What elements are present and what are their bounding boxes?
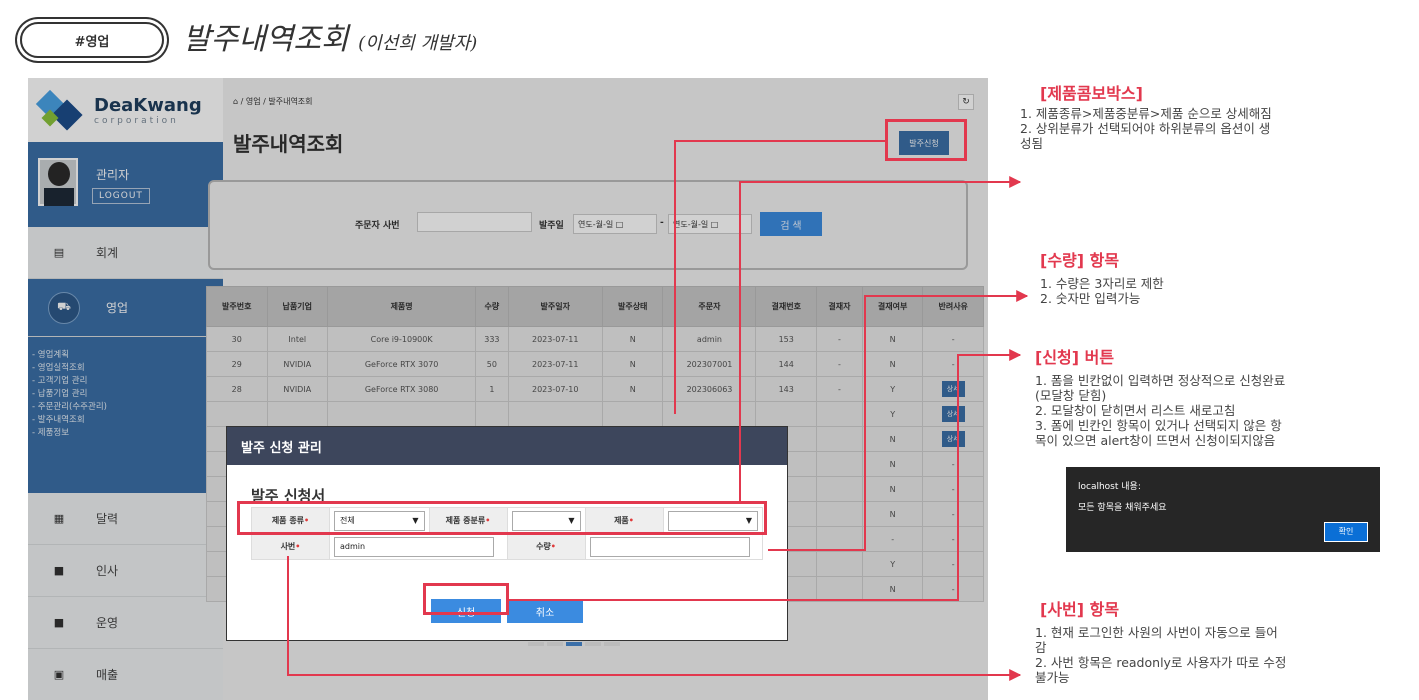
annotation-combo-text: 1. 제품종류>제품중분류>제품 순으로 상세해짐 2. 상위분류가 선택되어야 … bbox=[1020, 106, 1272, 151]
order-request-modal: 발주 신청 관리 발주 신청서 제품 종류• 전체 ▼ 제품 중분류• ▼ 제품•… bbox=[226, 426, 788, 641]
form-title: 발주 신청서 bbox=[251, 487, 326, 505]
submit-button[interactable]: 신청 bbox=[431, 599, 501, 623]
chevron-down-icon: ▼ bbox=[745, 516, 752, 525]
product-mid-select[interactable]: ▼ bbox=[511, 510, 581, 531]
annotation-empno-title: [사번] 항목 bbox=[1040, 600, 1120, 619]
alert-message: 모든 항목을 채워주세요 bbox=[1078, 503, 1167, 513]
alert-example: localhost 내용: 모든 항목을 채워주세요 확인 bbox=[1066, 467, 1380, 552]
annotation-qty-title: [수량] 항목 bbox=[1040, 251, 1120, 270]
empno-field[interactable]: admin bbox=[334, 536, 494, 557]
chevron-down-icon: ▼ bbox=[568, 516, 575, 525]
request-form: 제품 종류• 전체 ▼ 제품 중분류• ▼ 제품• ▼ 사번• admin 수량• bbox=[251, 507, 763, 560]
alert-ok-button[interactable]: 확인 bbox=[1324, 522, 1368, 542]
annotation-submit-title: [신청] 버튼 bbox=[1035, 348, 1115, 367]
annotation-submit-text: 1. 폼을 빈칸없이 입력하면 정상적으로 신청완료 (모달창 닫힘) 2. 모달… bbox=[1035, 373, 1286, 448]
doc-title: 발주내역조회 (이선희 개발자) bbox=[183, 22, 478, 57]
app-screenshot: DeaKwang corporation 관리자 LOGOUT ▤ 회계 ⛟ 영… bbox=[28, 78, 988, 700]
annotation-empno-text: 1. 현재 로그인한 사원의 사번이 자동으로 들어 감 2. 사번 항목은 re… bbox=[1035, 625, 1287, 685]
doc-subtitle: (이선희 개발자) bbox=[358, 33, 478, 54]
chevron-down-icon: ▼ bbox=[412, 516, 419, 525]
product-select[interactable]: ▼ bbox=[667, 510, 758, 531]
annotation-qty-text: 1. 수량은 3자리로 제한 2. 숫자만 입력가능 bbox=[1040, 276, 1164, 306]
pagination[interactable] bbox=[528, 642, 620, 646]
product-type-select[interactable]: 전체 ▼ bbox=[334, 510, 425, 531]
cancel-button[interactable]: 취소 bbox=[507, 599, 583, 623]
alert-host: localhost 내용: bbox=[1078, 482, 1141, 492]
quantity-field[interactable] bbox=[589, 536, 750, 557]
section-tag: #영업 bbox=[20, 22, 164, 58]
modal-title: 발주 신청 관리 bbox=[227, 427, 787, 465]
annotation-combo-title: [제품콤보박스] bbox=[1040, 84, 1143, 103]
